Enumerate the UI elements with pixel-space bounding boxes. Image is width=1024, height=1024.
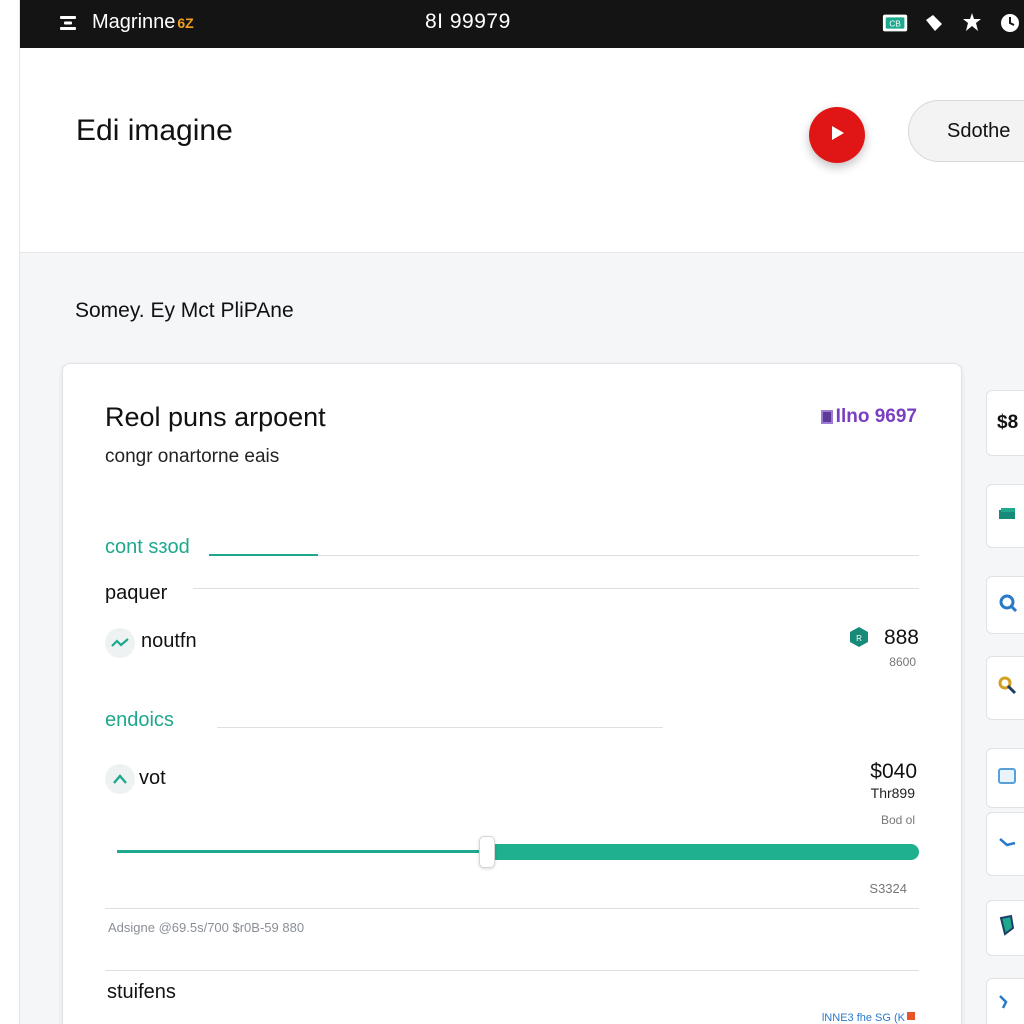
page-title: Edi imagine — [76, 114, 233, 147]
row-label-paquer: paquer — [105, 582, 168, 604]
app-badge: 6Z — [177, 15, 194, 31]
row-subvalue-noutfn: 8600 — [889, 655, 916, 669]
row-label-noutfn: noutfn — [141, 630, 197, 652]
system-tray: CB — [882, 10, 1024, 36]
footer-divider-2 — [105, 970, 919, 971]
slider-top-note: Bod ol — [880, 813, 915, 827]
row-subvalue-vot: Thr899 — [870, 785, 915, 801]
side-tile-shield[interactable] — [986, 900, 1024, 956]
play-icon — [827, 123, 847, 148]
side-tile-amount-text: $8 — [997, 412, 1019, 433]
footer-divider-1 — [105, 908, 919, 909]
side-tile-key[interactable] — [986, 656, 1024, 720]
side-tile-link[interactable] — [986, 812, 1024, 876]
section-subtitle: Somey. Ey Mct PliPAne — [75, 299, 294, 322]
side-tile-card[interactable] — [986, 484, 1024, 548]
slider-handle[interactable] — [479, 836, 495, 868]
play-button[interactable] — [809, 107, 865, 163]
main-card: Reol puns arpoent Ilno 9697 congr onarto… — [62, 363, 962, 1024]
page-header: Edi imagine Sdothe — [20, 48, 1024, 253]
tag-icon[interactable] — [920, 10, 948, 36]
card-title: Reol puns arpoent — [105, 402, 326, 432]
link-icon — [997, 831, 1019, 858]
slider-bottom-note: S3324 — [869, 881, 907, 896]
side-tile-window[interactable] — [986, 748, 1024, 808]
card-footnote: Adsigne @69.5s/700 $r0B-59 880 — [108, 920, 305, 935]
svg-text:CB: CB — [889, 19, 901, 29]
row-label-vot: vot — [139, 767, 166, 789]
clock-icon[interactable] — [996, 10, 1024, 36]
app-name-text: Magrinne — [92, 11, 176, 33]
menu-icon[interactable] — [58, 13, 78, 33]
chevron-up-icon — [105, 764, 135, 794]
card-icon — [997, 506, 1019, 527]
side-tile-search[interactable] — [986, 576, 1024, 634]
section-label-2: endoics — [105, 709, 174, 731]
card-amount-value: Ilno 9697 — [835, 406, 917, 427]
shield-icon — [997, 914, 1019, 943]
section-label-1: cont sзod — [105, 536, 190, 558]
flag-icon — [907, 1012, 915, 1020]
svg-text:R: R — [856, 634, 862, 643]
window-icon — [997, 765, 1019, 792]
section-divider-1 — [318, 555, 919, 556]
header-pill-button[interactable]: Sdothe — [908, 100, 1024, 162]
battery-icon[interactable]: CB — [882, 10, 910, 36]
row-divider-1 — [193, 588, 919, 589]
hex-badge-icon: R — [849, 626, 869, 648]
row-value-vot: $040 — [870, 760, 917, 783]
slider-track-remaining[interactable] — [487, 844, 919, 860]
top-bar: Magrinne 6Z 8I 99979 CB — [20, 0, 1024, 48]
corner-note: lNNE3 fhe SG (K — [822, 1012, 915, 1024]
app-name: Magrinne 6Z — [92, 11, 194, 34]
side-tile-tools[interactable] — [986, 978, 1024, 1024]
amount-marker-icon — [820, 410, 833, 424]
section-accent-rule-1 — [209, 554, 318, 556]
top-bar-center-text: 8I 99979 — [425, 10, 511, 33]
corner-note-text: lNNE3 fhe SG (K — [821, 1012, 905, 1024]
card-amount: Ilno 9697 — [820, 406, 917, 428]
section-divider-2 — [217, 727, 663, 728]
card-subtitle: congr onartorne eais — [105, 446, 280, 467]
tools-icon — [997, 990, 1019, 1017]
side-tile-amount[interactable]: $8 — [986, 390, 1024, 456]
settings-icon[interactable] — [958, 10, 986, 36]
bottom-section-label: stuifens — [107, 981, 176, 1003]
left-window-edge — [0, 0, 20, 1024]
key-icon — [997, 675, 1019, 702]
trend-up-icon — [105, 628, 135, 658]
search-icon — [997, 592, 1019, 619]
slider-track-filled[interactable] — [117, 850, 487, 853]
row-value-noutfn: 888 — [883, 626, 919, 649]
